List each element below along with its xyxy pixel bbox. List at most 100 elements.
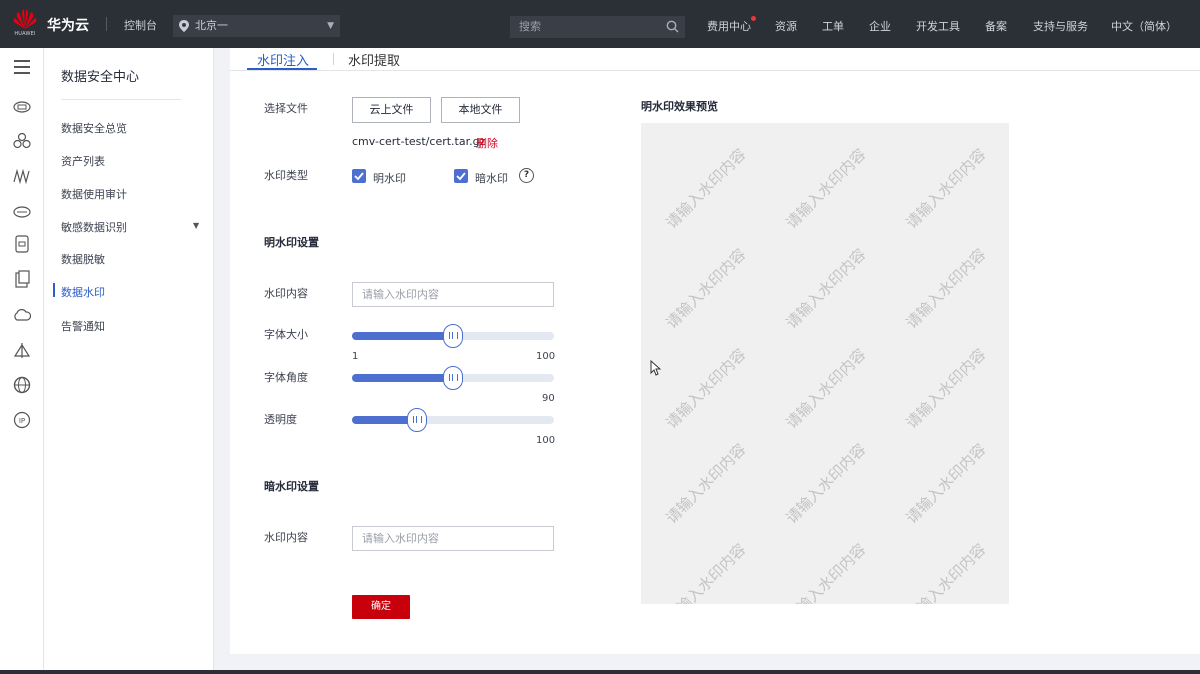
checkmark-icon	[456, 172, 466, 181]
deploy-icon[interactable]	[13, 342, 31, 360]
nav-item-data-masking[interactable]: 数据脱敏	[61, 251, 105, 267]
watermark-text: 请输入水印内容	[662, 540, 750, 604]
watermark-text: 请输入水印内容	[662, 245, 750, 333]
region-selector[interactable]: 北京一 ▼	[173, 15, 340, 37]
local-file-button[interactable]: 本地文件	[441, 97, 520, 123]
network-icon[interactable]	[13, 167, 31, 185]
database-icon[interactable]	[13, 235, 31, 253]
input-placeholder: 请输入水印内容	[362, 288, 439, 301]
svg-text:IP: IP	[19, 417, 25, 425]
opacity-max: 100	[536, 435, 556, 446]
mouse-cursor-icon	[650, 360, 661, 376]
service-icon-rail: IP	[0, 48, 44, 670]
notification-dot	[751, 16, 756, 21]
invisible-settings-title: 暗水印设置	[264, 480, 319, 493]
secondary-navigation: 数据安全中心 数据安全总览 资产列表 数据使用审计 敏感数据识别 ▼ 数据脱敏 …	[44, 48, 214, 670]
location-pin-icon	[179, 20, 189, 32]
watermark-text: 请输入水印内容	[662, 345, 750, 433]
nav-item-sensitive-data[interactable]: 敏感数据识别	[61, 219, 127, 235]
search-input[interactable]: 搜索	[510, 16, 685, 38]
tab-separator	[333, 53, 334, 65]
font-size-min: 1	[352, 351, 359, 362]
cluster-icon[interactable]	[13, 132, 31, 150]
checkmark-icon	[354, 172, 364, 181]
slider-handle[interactable]	[406, 408, 427, 432]
watermark-text: 请输入水印内容	[902, 245, 990, 333]
invisible-watermark-content-input[interactable]: 请输入水印内容	[352, 526, 554, 551]
watermark-text: 请输入水印内容	[662, 440, 750, 528]
storage-icon[interactable]	[13, 202, 31, 220]
logo-text: HUAWEI	[14, 31, 36, 37]
active-indicator	[53, 283, 55, 297]
service-title: 数据安全中心	[61, 70, 140, 85]
cloud-icon[interactable]	[13, 306, 31, 324]
confirm-button[interactable]: 确定	[352, 595, 410, 619]
slider-handle[interactable]	[443, 366, 463, 390]
chevron-down-icon[interactable]: ▼	[193, 221, 199, 230]
content-label: 水印内容	[264, 287, 308, 300]
divider	[61, 99, 181, 100]
tabs-divider	[230, 70, 1200, 71]
globe-icon[interactable]	[13, 376, 31, 394]
visible-settings-title: 明水印设置	[264, 236, 319, 249]
help-icon[interactable]: ?	[519, 168, 534, 183]
nav-item-asset-list[interactable]: 资产列表	[61, 153, 105, 169]
font-angle-max: 90	[542, 393, 555, 404]
delete-file-link[interactable]: 删除	[476, 135, 498, 151]
watermark-text: 请输入水印内容	[782, 540, 870, 604]
nav-item-overview[interactable]: 数据安全总览	[61, 120, 127, 136]
watermark-text: 请输入水印内容	[902, 440, 990, 528]
nav-billing-label: 费用中心	[707, 20, 751, 33]
watermark-text: 请输入水印内容	[782, 345, 870, 433]
nav-tickets[interactable]: 工单	[822, 18, 844, 34]
watermark-text: 请输入水印内容	[782, 145, 870, 233]
nav-filing[interactable]: 备案	[985, 18, 1007, 34]
nav-resources[interactable]: 资源	[775, 18, 797, 34]
ip-icon[interactable]: IP	[13, 411, 31, 429]
divider	[106, 17, 107, 31]
brand-name[interactable]: 华为云	[47, 15, 89, 35]
visible-watermark-option-label[interactable]: 明水印	[373, 170, 406, 186]
slider-fill	[352, 374, 453, 382]
nav-item-data-watermark[interactable]: 数据水印	[61, 284, 105, 300]
tab-watermark-injection[interactable]: 水印注入	[257, 50, 309, 69]
search-placeholder: 搜索	[519, 20, 541, 33]
nav-support[interactable]: 支持与服务	[1033, 18, 1088, 34]
watermark-content-input[interactable]: 请输入水印内容	[352, 282, 554, 307]
huawei-logo[interactable]: HUAWEI	[12, 8, 38, 40]
nav-enterprise[interactable]: 企业	[869, 18, 891, 34]
font-angle-slider[interactable]	[352, 366, 554, 390]
bottom-strip	[0, 670, 1200, 674]
tab-watermark-extraction[interactable]: 水印提取	[348, 50, 400, 69]
search-icon[interactable]	[666, 20, 679, 33]
watermark-text: 请输入水印内容	[902, 345, 990, 433]
document-icon[interactable]	[13, 270, 31, 288]
opacity-label: 透明度	[264, 413, 297, 426]
font-size-slider[interactable]	[352, 324, 554, 348]
cloud-file-button[interactable]: 云上文件	[352, 97, 431, 123]
slider-handle[interactable]	[443, 324, 463, 348]
opacity-slider[interactable]	[352, 408, 554, 432]
console-link[interactable]: 控制台	[124, 17, 157, 33]
nav-billing-center[interactable]: 费用中心	[707, 16, 756, 34]
preview-title: 明水印效果预览	[641, 100, 718, 113]
visible-watermark-checkbox[interactable]	[352, 169, 366, 183]
nav-item-usage-audit[interactable]: 数据使用审计	[61, 186, 127, 202]
cloud-server-icon[interactable]	[13, 97, 31, 115]
region-label: 北京一	[195, 19, 228, 32]
nav-dev-tools[interactable]: 开发工具	[916, 18, 960, 34]
font-angle-label: 字体角度	[264, 371, 308, 384]
nav-item-alarm-notification[interactable]: 告警通知	[61, 318, 105, 334]
watermark-text: 请输入水印内容	[662, 145, 750, 233]
top-navigation-bar: HUAWEI 华为云 控制台 北京一 ▼ 搜索 费用中心 资源 工单 企业 开发…	[0, 0, 1200, 48]
invisible-watermark-checkbox[interactable]	[454, 169, 468, 183]
select-file-label: 选择文件	[264, 102, 308, 115]
menu-icon[interactable]	[14, 60, 30, 78]
invisible-watermark-option-label[interactable]: 暗水印	[475, 170, 508, 186]
huawei-logo-icon	[13, 9, 37, 29]
font-size-label: 字体大小	[264, 328, 308, 341]
selected-filename: cmv-cert-test/cert.tar.gz	[352, 135, 486, 148]
language-selector[interactable]: 中文（简体）	[1111, 18, 1177, 34]
watermark-text: 请输入水印内容	[902, 540, 990, 604]
watermark-text: 请输入水印内容	[902, 145, 990, 233]
